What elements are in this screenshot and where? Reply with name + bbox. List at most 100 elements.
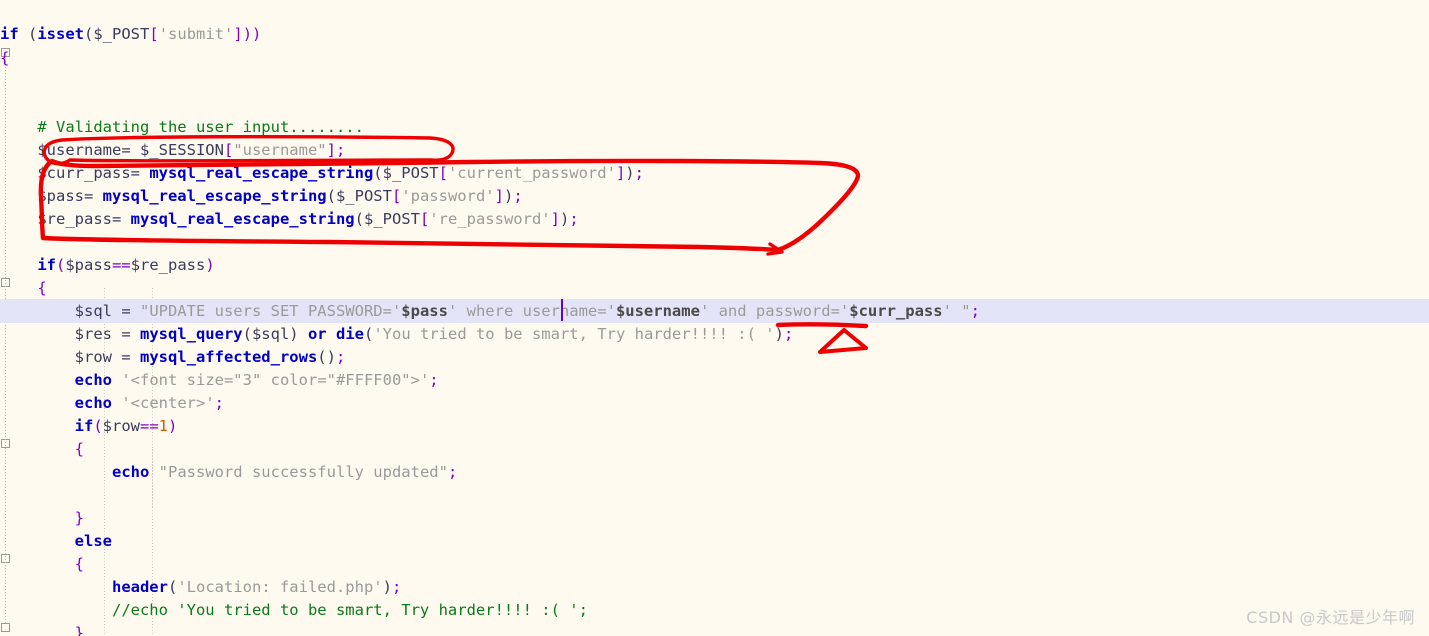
token-strv: $username — [615, 302, 700, 320]
code-line[interactable]: echo "Password successfully updated"; — [0, 460, 1429, 484]
code-line[interactable]: if($row==1) — [0, 414, 1429, 438]
token-str: "username" — [233, 141, 327, 159]
token-plain: ) — [559, 210, 570, 228]
code-line[interactable]: { — [0, 46, 1429, 70]
code-line[interactable] — [0, 70, 1429, 94]
token-plain: ( — [84, 25, 94, 43]
code-line-text: if($pass==$re_pass) — [0, 253, 214, 277]
token-pun: ; — [214, 394, 224, 412]
code-line[interactable]: $re_pass= mysql_real_escape_string($_POS… — [0, 207, 1429, 231]
token-plain: ) — [382, 578, 392, 596]
code-line[interactable]: if($pass==$re_pass) — [0, 253, 1429, 277]
code-line-text: //echo 'You tried to be smart, Try harde… — [0, 598, 588, 622]
token-plain: ) — [503, 187, 514, 205]
code-line-text: $re_pass= mysql_real_escape_string($_POS… — [0, 207, 579, 231]
code-line-text: $username= $_SESSION["username"]; — [0, 138, 345, 162]
code-line-text: { — [0, 46, 9, 70]
code-line[interactable]: $sql = "UPDATE users SET PASSWORD='$pass… — [0, 299, 1429, 324]
code-line-text: { — [0, 552, 84, 576]
token-str: "Password successfully updated" — [158, 463, 448, 481]
token-brc: { — [74, 555, 84, 573]
token-pun: [ — [391, 187, 402, 205]
code-line-text: { — [0, 437, 84, 461]
token-plain: ($sql) — [242, 325, 308, 343]
code-line[interactable] — [0, 483, 1429, 507]
token-fn: isset — [37, 25, 85, 43]
token-pun: ; — [970, 302, 980, 320]
token-kw: if — [74, 417, 94, 435]
token-str: 'Location: failed.php' — [177, 578, 383, 596]
token-fn: mysql_real_escape_string — [102, 187, 327, 205]
code-line[interactable]: $res = mysql_query($sql) or die('You tri… — [0, 322, 1429, 346]
token-pun: [ — [223, 141, 234, 159]
token-str: 'current_password' — [447, 164, 616, 182]
code-line[interactable]: # Validating the user input........ — [0, 115, 1429, 139]
token-pun: ] — [615, 164, 626, 182]
code-line-text: # Validating the user input........ — [0, 115, 364, 139]
token-kw: if — [0, 25, 19, 43]
text-caret — [561, 299, 563, 321]
token-pun: ; — [513, 187, 523, 205]
token-pun: ; — [447, 463, 458, 481]
token-pun: [ — [419, 210, 430, 228]
token-plain: ($_POST — [373, 164, 439, 182]
token-cmt: //echo 'You tried to be smart, Try harde… — [111, 601, 588, 619]
token-plain: $pass= — [37, 187, 103, 205]
token-plain: $curr_pass= — [37, 164, 150, 182]
code-line[interactable]: $username= $_SESSION["username"]; — [0, 138, 1429, 162]
code-line-text: header('Location: failed.php'); — [0, 575, 401, 599]
code-line-text: echo '<center>'; — [0, 391, 224, 415]
token-plain: ) — [625, 164, 635, 182]
token-plain: $row = — [74, 348, 140, 366]
token-pun: ( — [93, 417, 103, 435]
code-text-area[interactable]: if (isset($_POST['submit'])) { # Validati… — [0, 0, 1429, 636]
token-fn: mysql_affected_rows — [139, 348, 318, 366]
code-line[interactable]: if (isset($_POST['submit'])) — [0, 22, 1429, 46]
token-str: ' where username=' — [447, 302, 616, 320]
token-pun: ; — [569, 210, 579, 228]
token-pun: ) — [168, 417, 178, 435]
token-pun: ] — [326, 141, 336, 159]
code-line[interactable]: { — [0, 276, 1429, 300]
code-line[interactable]: //echo 'You tried to be smart, Try harde… — [0, 598, 1429, 622]
token-pun: [ — [438, 164, 448, 182]
code-line-text: echo '<font size="3" color="#FFFF00">'; — [0, 368, 439, 392]
code-line[interactable]: echo '<center>'; — [0, 391, 1429, 415]
token-plain: $username= $_SESSION — [37, 141, 224, 159]
token-pun: ; — [429, 371, 439, 389]
token-strv: $pass — [401, 302, 448, 320]
code-editor[interactable]: if (isset($_POST['submit'])) { # Validati… — [0, 0, 1429, 636]
token-kw: die — [335, 325, 364, 343]
code-line[interactable]: $curr_pass= mysql_real_escape_string($_P… — [0, 161, 1429, 185]
code-line[interactable]: } — [0, 621, 1429, 636]
code-line[interactable]: else — [0, 529, 1429, 553]
token-plain: ($_POST — [326, 187, 392, 205]
code-line[interactable]: { — [0, 437, 1429, 461]
token-op: == — [140, 417, 159, 435]
token-pun: ( — [56, 256, 66, 274]
code-line[interactable] — [0, 230, 1429, 254]
token-fn: mysql_query — [139, 325, 243, 343]
token-plain: $re_pass — [130, 256, 206, 274]
token-str: 're_password' — [429, 210, 551, 228]
code-line[interactable]: { — [0, 552, 1429, 576]
code-line[interactable]: } — [0, 506, 1429, 530]
code-line[interactable]: $pass= mysql_real_escape_string($_POST['… — [0, 184, 1429, 208]
token-plain: () — [317, 348, 336, 366]
token-brc: { — [0, 49, 10, 67]
code-line[interactable]: echo '<font size="3" color="#FFFF00">'; — [0, 368, 1429, 392]
code-line[interactable]: header('Location: failed.php'); — [0, 575, 1429, 599]
code-line[interactable]: $row = mysql_affected_rows(); — [0, 345, 1429, 369]
token-plain: $row — [102, 417, 140, 435]
code-line-text: $pass= mysql_real_escape_string($_POST['… — [0, 184, 523, 208]
